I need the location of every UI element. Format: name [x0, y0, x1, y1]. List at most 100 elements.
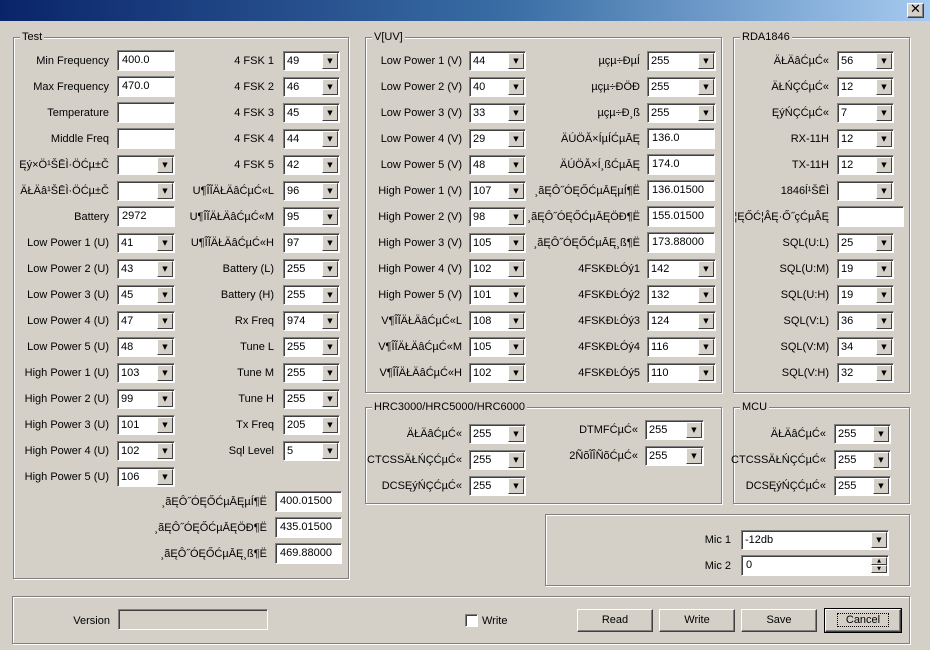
test-left-select-15[interactable]: 102 ▼: [117, 441, 175, 461]
test-right-select-4[interactable]: 42 ▼: [283, 155, 340, 175]
chevron-down-icon[interactable]: ▼: [698, 313, 714, 329]
test-left-input-6[interactable]: 2972: [117, 206, 175, 227]
chevron-down-icon[interactable]: ▼: [157, 313, 173, 329]
chevron-down-icon[interactable]: ▼: [876, 313, 892, 329]
save-button[interactable]: Save: [741, 609, 817, 632]
chevron-down-icon[interactable]: ▼: [698, 105, 714, 121]
chevron-down-icon[interactable]: ▼: [322, 209, 338, 225]
v-left-select-6[interactable]: 98 ▼: [469, 207, 526, 227]
rda-select-7[interactable]: 25 ▼: [837, 233, 894, 253]
chevron-down-icon[interactable]: ▼: [876, 131, 892, 147]
v-left-select-12[interactable]: 102 ▼: [469, 363, 526, 383]
v-right-input-6[interactable]: 155.01500: [647, 206, 715, 227]
chevron-down-icon[interactable]: ▼: [508, 157, 524, 173]
test-right-select-15[interactable]: 5 ▼: [283, 441, 340, 461]
chevron-down-icon[interactable]: ▼: [876, 287, 892, 303]
v-left-select-8[interactable]: 102 ▼: [469, 259, 526, 279]
v-right-select-1[interactable]: 255 ▼: [647, 77, 716, 97]
v-left-select-7[interactable]: 105 ▼: [469, 233, 526, 253]
hrc-left-select-0[interactable]: 255 ▼: [469, 424, 526, 444]
mic1-select[interactable]: -12db ▼: [741, 530, 889, 550]
v-right-input-5[interactable]: 136.01500: [647, 180, 715, 201]
v-right-select-10[interactable]: 124 ▼: [647, 311, 716, 331]
test-left-input-0[interactable]: 400.0: [117, 50, 175, 71]
chevron-down-icon[interactable]: ▼: [508, 365, 524, 381]
test-left-select-12[interactable]: 103 ▼: [117, 363, 175, 383]
v-left-select-0[interactable]: 44 ▼: [469, 51, 526, 71]
rda-select-4[interactable]: 12 ▼: [837, 155, 894, 175]
test-left-select-10[interactable]: 47 ▼: [117, 311, 175, 331]
test-bottom-input-1[interactable]: 435.01500: [275, 517, 342, 538]
chevron-down-icon[interactable]: ▼: [322, 157, 338, 173]
chevron-down-icon[interactable]: ▼: [876, 157, 892, 173]
v-left-select-4[interactable]: 48 ▼: [469, 155, 526, 175]
rda-select-0[interactable]: 56 ▼: [837, 51, 894, 71]
test-right-select-10[interactable]: 974 ▼: [283, 311, 340, 331]
test-right-select-8[interactable]: 255 ▼: [283, 259, 340, 279]
chevron-down-icon[interactable]: ▼: [686, 422, 702, 438]
rda-select-10[interactable]: 36 ▼: [837, 311, 894, 331]
chevron-down-icon[interactable]: ▼: [871, 532, 887, 548]
chevron-down-icon[interactable]: ▼: [157, 417, 173, 433]
chevron-down-icon[interactable]: ▼: [508, 339, 524, 355]
v-left-select-2[interactable]: 33 ▼: [469, 103, 526, 123]
chevron-down-icon[interactable]: ▼: [322, 261, 338, 277]
test-left-input-3[interactable]: [117, 128, 175, 149]
chevron-down-icon[interactable]: ▼: [157, 261, 173, 277]
chevron-down-icon[interactable]: ▼: [876, 79, 892, 95]
test-left-select-7[interactable]: 41 ▼: [117, 233, 175, 253]
title-bar[interactable]: ✕: [0, 0, 930, 21]
test-left-select-14[interactable]: 101 ▼: [117, 415, 175, 435]
test-bottom-input-2[interactable]: 469.88000: [275, 543, 342, 564]
rda-select-2[interactable]: 7 ▼: [837, 103, 894, 123]
test-left-select-11[interactable]: 48 ▼: [117, 337, 175, 357]
v-left-select-10[interactable]: 108 ▼: [469, 311, 526, 331]
chevron-down-icon[interactable]: ▼: [508, 426, 524, 442]
chevron-down-icon[interactable]: ▼: [876, 365, 892, 381]
test-left-select-16[interactable]: 106 ▼: [117, 467, 175, 487]
test-left-select-13[interactable]: 99 ▼: [117, 389, 175, 409]
hrc-left-select-2[interactable]: 255 ▼: [469, 476, 526, 496]
cancel-button[interactable]: Cancel: [824, 608, 902, 633]
rda-input-6[interactable]: [837, 206, 904, 227]
test-right-select-11[interactable]: 255 ▼: [283, 337, 340, 357]
chevron-down-icon[interactable]: ▼: [322, 53, 338, 69]
chevron-down-icon[interactable]: ▼: [698, 53, 714, 69]
chevron-down-icon[interactable]: ▼: [876, 261, 892, 277]
v-left-select-5[interactable]: 107 ▼: [469, 181, 526, 201]
chevron-down-icon[interactable]: ▼: [322, 313, 338, 329]
chevron-down-icon[interactable]: ▼: [322, 391, 338, 407]
v-right-select-9[interactable]: 132 ▼: [647, 285, 716, 305]
test-left-input-2[interactable]: [117, 102, 175, 123]
chevron-down-icon[interactable]: ▼: [157, 287, 173, 303]
test-right-select-12[interactable]: 255 ▼: [283, 363, 340, 383]
chevron-down-icon[interactable]: ▼: [508, 478, 524, 494]
hrc-right-select-1[interactable]: 255 ▼: [645, 446, 704, 466]
chevron-down-icon[interactable]: ▼: [157, 235, 173, 251]
hrc-right-select-0[interactable]: 255 ▼: [645, 420, 704, 440]
v-right-select-8[interactable]: 142 ▼: [647, 259, 716, 279]
chevron-down-icon[interactable]: ▼: [873, 426, 889, 442]
chevron-down-icon[interactable]: ▼: [157, 443, 173, 459]
chevron-down-icon[interactable]: ▼: [873, 478, 889, 494]
hrc-left-select-1[interactable]: 255 ▼: [469, 450, 526, 470]
chevron-down-icon[interactable]: ▼: [322, 79, 338, 95]
test-right-select-14[interactable]: 205 ▼: [283, 415, 340, 435]
chevron-down-icon[interactable]: ▼: [876, 105, 892, 121]
test-right-select-0[interactable]: 49 ▼: [283, 51, 340, 71]
chevron-down-icon[interactable]: ▼: [508, 183, 524, 199]
chevron-down-icon[interactable]: ▼: [322, 443, 338, 459]
v-left-select-9[interactable]: 101 ▼: [469, 285, 526, 305]
test-right-select-9[interactable]: 255 ▼: [283, 285, 340, 305]
v-left-select-1[interactable]: 40 ▼: [469, 77, 526, 97]
v-right-input-7[interactable]: 173.88000: [647, 232, 715, 253]
v-right-input-4[interactable]: 174.0: [647, 154, 715, 175]
v-left-select-11[interactable]: 105 ▼: [469, 337, 526, 357]
chevron-down-icon[interactable]: ▼: [322, 105, 338, 121]
chevron-down-icon[interactable]: ▼: [698, 79, 714, 95]
test-left-select-9[interactable]: 45 ▼: [117, 285, 175, 305]
chevron-down-icon[interactable]: ▼: [157, 183, 173, 199]
test-left-select-4[interactable]: ▼: [117, 155, 175, 175]
chevron-down-icon[interactable]: ▼: [157, 157, 173, 173]
chevron-down-icon[interactable]: ▼: [157, 469, 173, 485]
